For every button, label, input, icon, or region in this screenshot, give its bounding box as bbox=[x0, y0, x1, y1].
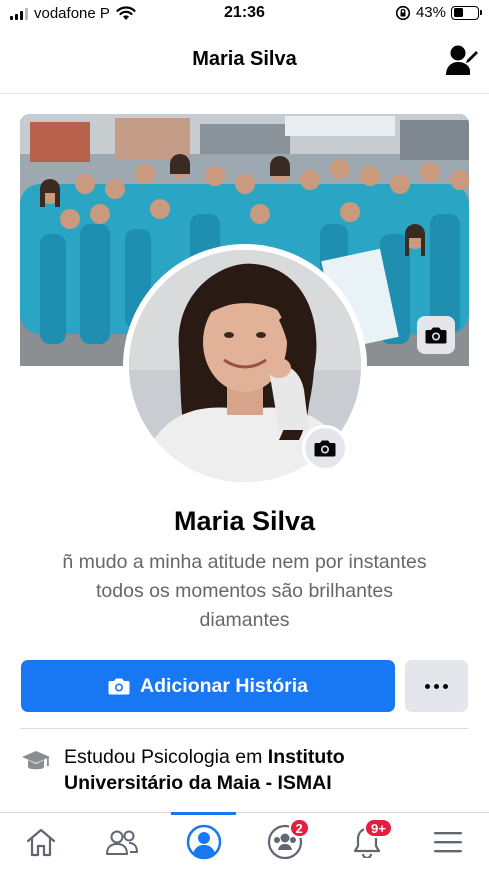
groups-badge: 2 bbox=[288, 818, 310, 838]
bio-line: todos os momentos são brilhantes bbox=[96, 580, 393, 602]
camera-icon bbox=[108, 678, 130, 695]
status-bar: vodafone P 21:36 43% bbox=[0, 0, 489, 28]
nav-notifications[interactable]: 9+ bbox=[326, 813, 408, 870]
home-icon bbox=[26, 828, 55, 856]
nav-groups[interactable]: 2 bbox=[245, 813, 327, 870]
profile-name: Maria Silva bbox=[173, 506, 316, 536]
education-text: Estudou Psicologia em Instituto Universi… bbox=[64, 744, 469, 796]
more-options-button[interactable] bbox=[405, 660, 468, 712]
notifications-badge: 9+ bbox=[364, 818, 393, 838]
camera-icon bbox=[314, 440, 336, 457]
edit-profile-icon[interactable] bbox=[445, 42, 479, 78]
profile-header: Maria Silva bbox=[0, 28, 489, 94]
bio-line: ñ mudo a minha atitude nem por instantes bbox=[62, 551, 427, 573]
profile-bio: ñ mudo a minha atitude nem por instantes… bbox=[40, 548, 449, 635]
battery-fill bbox=[453, 8, 464, 17]
nav-profile[interactable] bbox=[163, 812, 245, 870]
nav-home[interactable] bbox=[0, 813, 82, 870]
orientation-lock-icon bbox=[395, 5, 411, 20]
bottom-nav: 2 9+ bbox=[0, 812, 489, 870]
battery-icon bbox=[451, 5, 482, 20]
add-story-button[interactable]: Adicionar História bbox=[21, 660, 395, 712]
menu-icon bbox=[434, 831, 463, 852]
profile-icon bbox=[186, 824, 221, 859]
nav-friends[interactable] bbox=[82, 813, 164, 870]
camera-icon bbox=[425, 327, 447, 344]
graduation-cap-icon bbox=[22, 751, 50, 770]
more-dots-icon bbox=[425, 683, 430, 689]
friends-icon bbox=[106, 830, 139, 855]
cover-camera-button[interactable] bbox=[417, 316, 455, 354]
header-title: Maria Silva bbox=[192, 48, 297, 70]
nav-menu[interactable] bbox=[408, 813, 489, 870]
battery-percent: 43% bbox=[415, 4, 446, 21]
add-story-label: Adicionar História bbox=[140, 674, 308, 697]
avatar-camera-button[interactable] bbox=[302, 425, 348, 471]
education-item[interactable]: Estudou Psicologia em Instituto Universi… bbox=[20, 744, 469, 796]
education-prefix: Estudou Psicologia em bbox=[64, 746, 268, 768]
divider bbox=[20, 728, 469, 729]
bio-line: diamantes bbox=[199, 609, 290, 631]
